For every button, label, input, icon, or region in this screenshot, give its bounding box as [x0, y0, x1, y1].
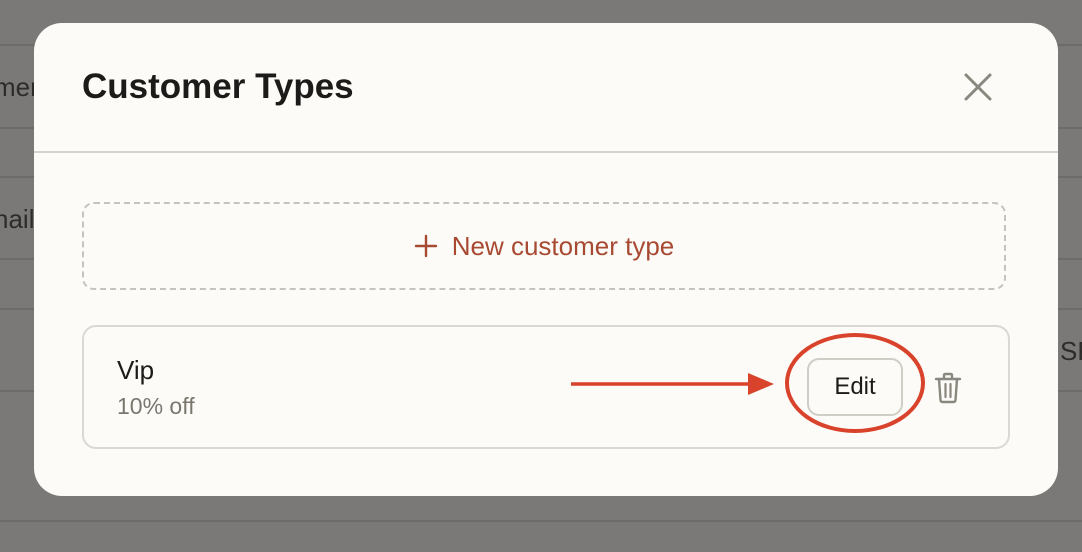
trash-icon — [934, 372, 962, 404]
plus-icon — [414, 234, 437, 258]
modal-header: Customer Types — [34, 23, 1058, 153]
new-customer-type-content: New customer type — [414, 230, 675, 262]
customer-type-description: 10% off — [117, 393, 195, 419]
customer-type-name: Vip — [117, 355, 155, 385]
delete-button[interactable] — [934, 372, 962, 404]
edit-button[interactable]: Edit — [807, 358, 903, 416]
customer-types-modal: Customer Types New customer type Vip 10%… — [34, 23, 1058, 496]
close-button[interactable] — [958, 67, 998, 107]
customer-type-card: Vip 10% off Edit — [82, 325, 1010, 449]
new-customer-type-label: New customer type — [451, 230, 675, 261]
background-text: SF — [1060, 336, 1082, 366]
new-customer-type-button[interactable]: New customer type — [82, 202, 1006, 290]
background-text: nail — [0, 204, 35, 234]
background-text: mer — [0, 72, 39, 102]
background-divider — [0, 520, 1082, 522]
modal-title: Customer Types — [82, 67, 354, 106]
close-icon — [964, 73, 992, 101]
